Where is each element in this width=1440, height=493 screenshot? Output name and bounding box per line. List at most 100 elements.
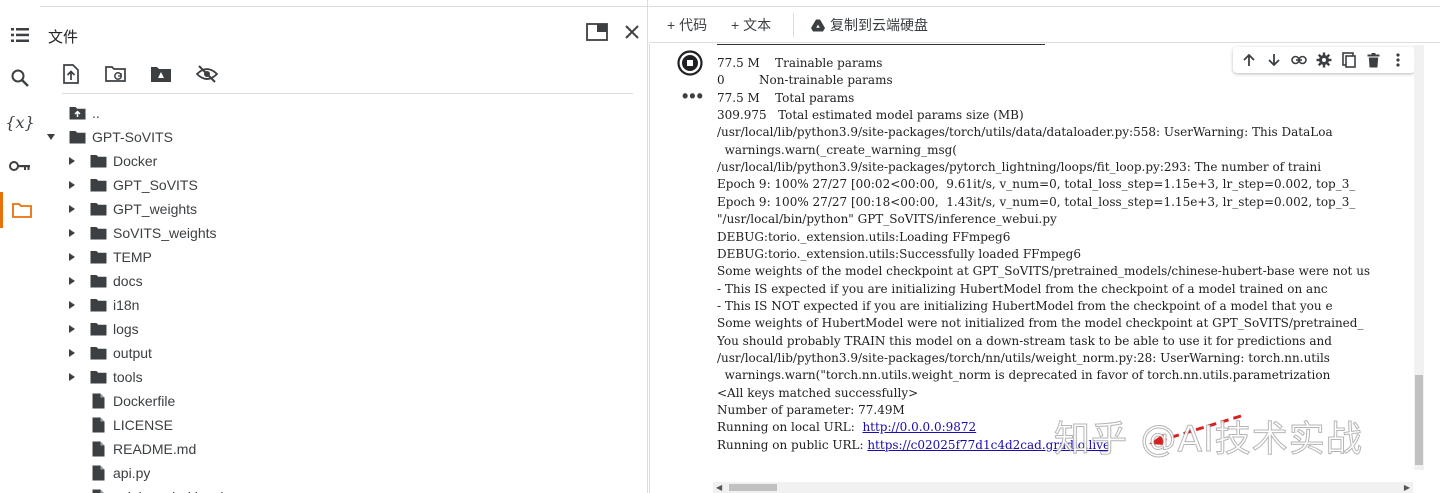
file-icon (89, 389, 107, 413)
output-line: <All keys matched successfully> (717, 385, 919, 400)
delete-icon[interactable] (1364, 50, 1384, 70)
expand-arrow-icon[interactable] (67, 197, 77, 221)
watermark: 知乎 @AI技术实战 (1054, 419, 1363, 461)
key-icon[interactable] (0, 148, 40, 184)
output-separator-line (717, 44, 1045, 45)
folder-item[interactable]: i18n (67, 293, 139, 317)
folder-item[interactable]: GPT-SoVITS (46, 125, 173, 149)
variables-glyph: {x} (5, 112, 35, 132)
folder-item[interactable]: logs (67, 317, 139, 341)
folder-icon[interactable] (0, 192, 40, 228)
refresh-folder-icon[interactable] (104, 62, 128, 86)
expand-arrow-icon[interactable] (67, 317, 77, 341)
tree-item-label: TEMP (113, 249, 152, 265)
folder-item[interactable]: .. (46, 101, 100, 125)
upload-file-icon[interactable] (59, 62, 83, 86)
settings-icon[interactable] (1314, 50, 1334, 70)
scroll-left-arrow[interactable]: ◀ (716, 483, 722, 492)
horizontal-scrollbar[interactable]: ◀ ▶ (713, 482, 1413, 493)
tree-item-label: colab_webui.ipynb (113, 489, 228, 493)
variables-icon[interactable]: {x} (0, 104, 40, 140)
expand-arrow-icon[interactable] (67, 149, 77, 173)
file-item[interactable]: Dockerfile (67, 389, 175, 413)
add-code-button[interactable]: + 代码 (667, 15, 707, 35)
tree-item-label: output (113, 345, 152, 361)
folder-item[interactable]: TEMP (67, 245, 152, 269)
add-text-label: + 文本 (731, 17, 772, 33)
output-line: Epoch 9: 100% 27/27 [00:18<00:00, 1.43it… (717, 194, 1356, 209)
folder-icon (89, 269, 107, 293)
tree-item-label: GPT-SoVITS (92, 129, 173, 145)
file-item[interactable]: README.md (67, 437, 196, 461)
folder-item[interactable]: SoVITS_weights (67, 221, 217, 245)
vertical-scroll-thumb[interactable] (1415, 375, 1423, 465)
local-url-link[interactable]: http://0.0.0.0:9872 (862, 420, 976, 434)
drive-icon (811, 19, 825, 31)
folder-icon (68, 125, 86, 149)
public-url-line: Running on public URL: https://c02025f77… (717, 437, 1110, 454)
tree-item-label: LICENSE (113, 417, 173, 433)
file-item[interactable]: LICENSE (67, 413, 173, 437)
expand-arrow-icon[interactable] (67, 245, 77, 269)
folder-item[interactable]: GPT_weights (67, 197, 197, 221)
expand-arrow-icon[interactable] (67, 221, 77, 245)
output-menu-icon[interactable]: ••• (682, 86, 704, 107)
expand-arrow-icon[interactable] (67, 173, 77, 197)
public-url-label: Running on public URL: (717, 437, 868, 452)
scroll-right-arrow[interactable]: ▶ (1404, 483, 1410, 492)
search-icon[interactable] (0, 60, 40, 96)
hide-files-icon[interactable] (195, 62, 219, 86)
file-item[interactable]: api.py (67, 461, 150, 485)
left-icon-rail: {x} (0, 0, 40, 493)
stop-icon (677, 50, 703, 76)
output-line: - This IS expected if you are initializi… (717, 281, 1328, 296)
output-line: 77.5 M Trainable params (717, 56, 883, 70)
folder-icon (89, 341, 107, 365)
folder-icon (89, 149, 107, 173)
folder-item[interactable]: GPT_SoVITS (67, 173, 198, 197)
expand-arrow-icon[interactable] (67, 293, 77, 317)
open-in-tab-icon[interactable] (585, 20, 609, 44)
add-text-button[interactable]: + 文本 (731, 15, 771, 35)
notebook-toolbar: + 代码 + 文本 复制到云端硬盘 (649, 7, 1440, 43)
table-of-contents-icon[interactable] (0, 17, 40, 53)
files-panel: 文件 .. GPT-SoVITS Docker GPT_SoVITS GPT_weigh… (40, 0, 648, 493)
more-options-icon[interactable] (1388, 50, 1408, 70)
expand-arrow-icon[interactable] (67, 269, 77, 293)
expand-arrow-icon[interactable] (67, 341, 77, 365)
tree-item-label: GPT_weights (113, 201, 198, 217)
folder-item[interactable]: tools (67, 365, 143, 389)
stop-run-button[interactable] (677, 50, 703, 76)
mount-drive-icon[interactable] (149, 62, 173, 86)
horizontal-scroll-thumb[interactable] (729, 484, 777, 491)
file-item[interactable]: colab_webui.ipynb (67, 485, 228, 493)
file-icon (89, 413, 107, 437)
vertical-scrollbar[interactable] (1414, 45, 1424, 470)
output-line: /usr/local/lib/python3.9/site-packages/p… (717, 160, 1322, 175)
mirror-cell-icon[interactable] (1339, 50, 1359, 70)
folder-icon (89, 221, 107, 245)
folder-item[interactable]: docs (67, 269, 143, 293)
folder-icon (89, 173, 107, 197)
collapse-arrow-icon[interactable] (46, 125, 56, 149)
file-icon (89, 485, 107, 493)
close-icon[interactable] (620, 20, 644, 44)
output-line: "/usr/local/bin/python" GPT_SoVITS/infer… (717, 212, 1057, 227)
output-line: 309.975 Total estimated model params siz… (717, 108, 1024, 123)
folder-item[interactable]: Docker (67, 149, 157, 173)
link-icon[interactable] (1289, 50, 1309, 70)
move-up-icon[interactable] (1239, 50, 1259, 70)
expand-arrow-icon[interactable] (67, 365, 77, 389)
local-url-line: Running on local URL: http://0.0.0.0:987… (717, 419, 976, 436)
output-line: Some weights of HubertModel were not ini… (717, 316, 1364, 331)
move-down-icon[interactable] (1264, 50, 1284, 70)
copy-to-drive-label: 复制到云端硬盘 (830, 17, 928, 33)
arrow-spacer (67, 389, 77, 413)
folder-item[interactable]: output (67, 341, 152, 365)
folder-icon (89, 197, 107, 221)
panel-top-border (40, 6, 647, 7)
arrow-spacer (67, 413, 77, 437)
copy-to-drive-button[interactable]: 复制到云端硬盘 (811, 15, 928, 35)
tree-item-label: SoVITS_weights (113, 225, 217, 241)
output-line: You should probably TRAIN this model on … (717, 333, 1332, 348)
